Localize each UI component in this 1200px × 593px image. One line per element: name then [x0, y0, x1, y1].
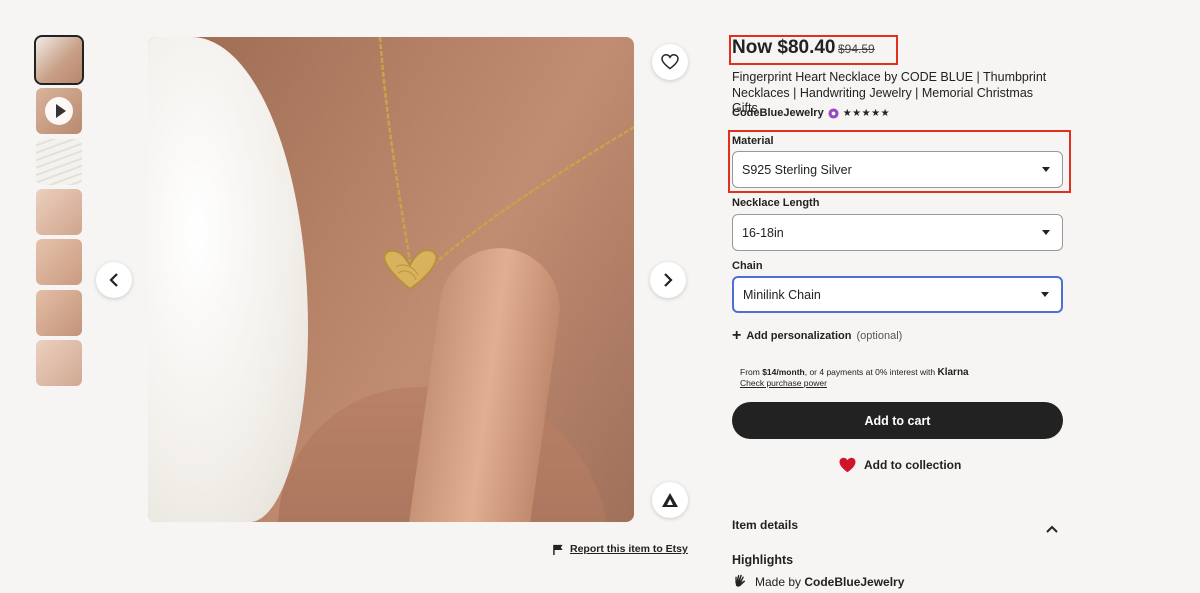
chevron-up-icon[interactable]	[1046, 520, 1058, 538]
thumbnail-4[interactable]	[36, 189, 82, 235]
shop-name-link[interactable]: CodeBlueJewelry	[732, 107, 824, 119]
price-now: Now $80.40	[732, 37, 836, 58]
report-item-label: Report this item to Etsy	[570, 543, 688, 555]
necklace-length-value: 16-18in	[742, 225, 784, 240]
chain-value: Minilink Chain	[743, 287, 821, 302]
flag-icon	[553, 544, 563, 555]
favorite-button[interactable]	[652, 44, 688, 80]
thumbnail-5[interactable]	[36, 239, 82, 285]
klarna-middle: , or 4 payments at 0% interest with	[804, 367, 938, 377]
chevron-right-icon	[664, 273, 673, 287]
necklace-length-label: Necklace Length	[732, 197, 820, 209]
triangle-logo-icon	[662, 493, 678, 507]
add-to-collection-button[interactable]: Add to collection	[838, 457, 961, 473]
klarna-financing: From $14/month, or 4 payments at 0% inte…	[740, 367, 969, 389]
made-by-row: Made by CodeBlueJewelry	[732, 573, 904, 590]
price-original: $94.59	[838, 42, 875, 56]
caret-down-icon	[1041, 292, 1049, 297]
heart-outline-icon	[661, 54, 679, 70]
klarna-amount: $14/month	[762, 367, 805, 377]
hand-icon	[735, 574, 746, 587]
add-personalization-button[interactable]: + Add personalization (optional)	[732, 327, 903, 344]
chain-label: Chain	[732, 260, 763, 272]
necklace-length-select[interactable]: 16-18in	[732, 214, 1063, 251]
add-to-collection-label: Add to collection	[864, 458, 962, 472]
view-in-room-button[interactable]	[652, 482, 688, 518]
made-by-shop[interactable]: CodeBlueJewelry	[804, 575, 904, 589]
next-image-button[interactable]	[650, 262, 686, 298]
klarna-brand: Klarna	[937, 367, 969, 378]
optional-label: (optional)	[856, 330, 903, 342]
check-purchase-power-link[interactable]: Check purchase power	[740, 378, 969, 389]
necklace-illustration	[378, 37, 634, 291]
highlights-heading: Highlights	[732, 553, 794, 567]
material-select[interactable]: S925 Sterling Silver	[732, 151, 1063, 188]
report-item-link[interactable]: Report this item to Etsy	[553, 543, 688, 555]
play-icon	[45, 97, 73, 125]
rating-stars[interactable]: ★★★★★	[843, 108, 890, 119]
plus-icon: +	[732, 327, 742, 344]
thumbnail-6[interactable]	[36, 290, 82, 336]
shop-info: CodeBlueJewelry ★★★★★	[732, 107, 890, 119]
heart-filled-icon	[839, 457, 856, 473]
material-label: Material	[732, 135, 774, 147]
main-product-image	[148, 37, 634, 522]
made-by-prefix: Made by	[755, 574, 805, 589]
thumbnail-1[interactable]	[34, 35, 84, 85]
previous-image-button[interactable]	[96, 262, 132, 298]
thumbnail-7[interactable]	[36, 340, 82, 386]
add-personalization-label: Add personalization	[746, 330, 852, 342]
chain-select[interactable]: Minilink Chain	[732, 276, 1063, 313]
chevron-left-icon	[109, 273, 118, 287]
add-to-cart-button[interactable]: Add to cart	[732, 402, 1063, 439]
klarna-prefix: From	[740, 367, 763, 377]
item-details-toggle[interactable]: Item details	[732, 518, 798, 532]
thumbnail-3[interactable]	[36, 139, 82, 185]
star-seller-badge-icon	[828, 107, 839, 119]
material-value: S925 Sterling Silver	[742, 162, 852, 177]
caret-down-icon	[1042, 230, 1050, 235]
thumbnail-2-video[interactable]	[36, 88, 82, 134]
caret-down-icon	[1042, 167, 1050, 172]
